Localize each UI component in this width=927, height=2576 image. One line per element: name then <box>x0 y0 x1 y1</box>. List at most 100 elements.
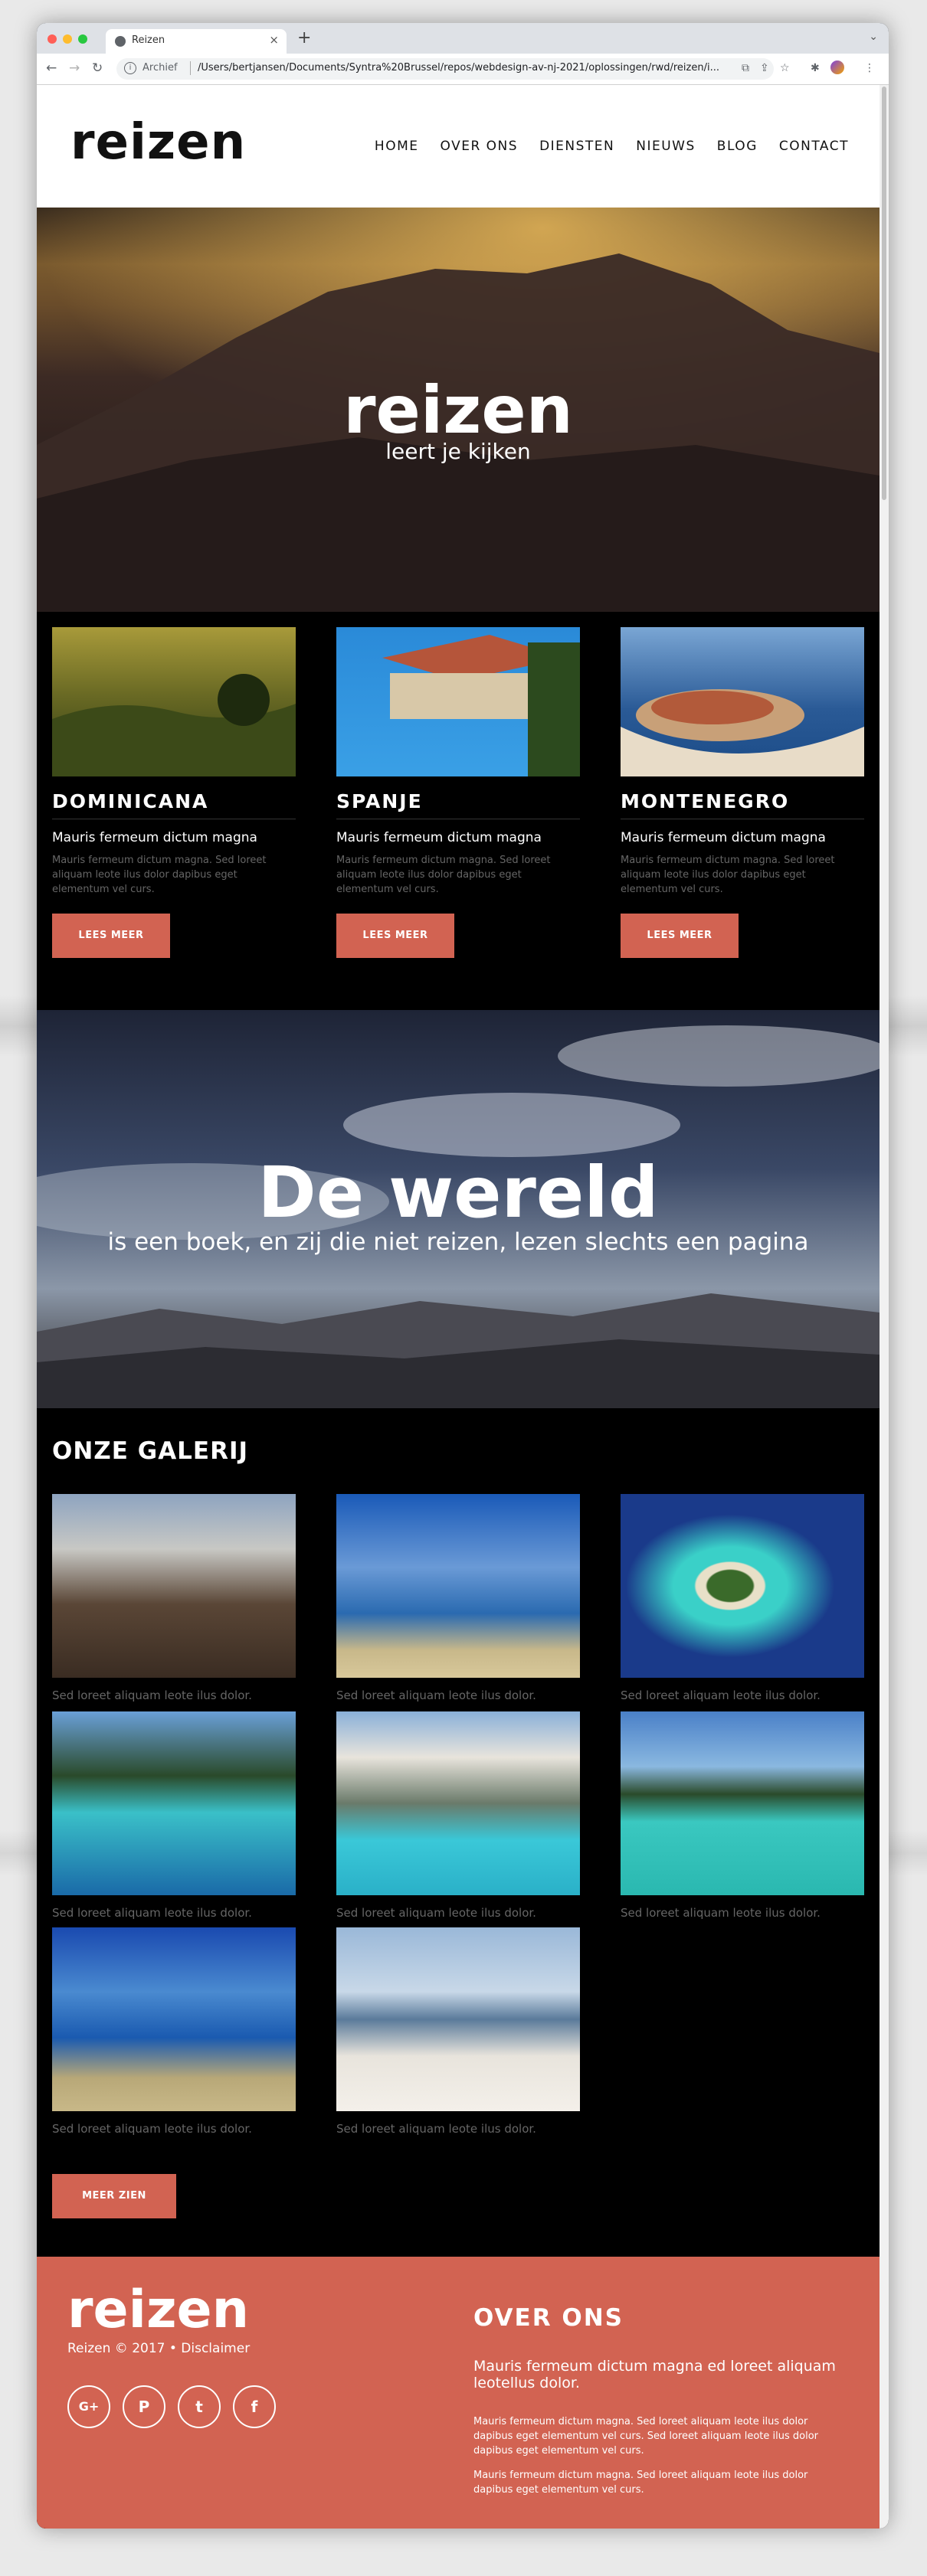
hero-title: reizen <box>343 372 573 449</box>
destination-subtitle: Mauris fermeum dictum magna <box>336 830 542 845</box>
close-tab-icon[interactable]: × <box>269 33 279 47</box>
destination-card: MONTENEGRO Mauris fermeum dictum magna M… <box>621 627 864 958</box>
back-icon[interactable]: ← <box>46 60 57 76</box>
share-icon[interactable]: ⇪ <box>760 62 769 74</box>
destination-card: DOMINICANA Mauris fermeum dictum magna M… <box>52 627 296 958</box>
footer-about-text: Mauris fermeum dictum magna. Sed loreet … <box>473 2416 819 2457</box>
destination-text: Mauris fermeum dictum magna. Sed loreet … <box>336 855 551 895</box>
forward-icon[interactable]: → <box>69 60 80 76</box>
footer-copyright: Reizen © 2017 • Disclaimer <box>67 2341 251 2356</box>
island-town-photo <box>621 689 864 776</box>
destination-image-montenegro <box>621 627 864 776</box>
gallery-image-hotel-pool <box>336 1711 580 1895</box>
address-bar[interactable]: i Archief /Users/bertjansen/Documents/Sy… <box>116 58 774 80</box>
pinterest-icon[interactable]: P <box>123 2385 165 2428</box>
page-scrollbar[interactable] <box>880 85 889 2529</box>
globe-icon <box>115 36 126 47</box>
destination-image-dominicana <box>52 627 296 776</box>
gallery-title: ONZE GALERIJ <box>52 1437 249 1465</box>
meer-zien-button[interactable]: MEER ZIEN <box>52 2174 176 2218</box>
gallery-caption: Sed loreet aliquam leote ilus dolor. <box>336 2122 536 2136</box>
gallery-image-ocean-waves <box>52 1927 296 2111</box>
nav-item-over-ons[interactable]: OVER ONS <box>441 139 519 154</box>
nav-item-blog[interactable]: BLOG <box>717 139 758 154</box>
minimize-window-button[interactable] <box>63 34 72 44</box>
gallery-image-parliament <box>52 1494 296 1678</box>
destination-image-spanje <box>336 627 580 776</box>
destination-name: MONTENEGRO <box>621 790 864 819</box>
gallery-item[interactable]: Sed loreet aliquam leote ilus dolor. <box>52 1927 296 2136</box>
facebook-icon[interactable]: f <box>233 2385 276 2428</box>
destination-text: Mauris fermeum dictum magna. Sed loreet … <box>621 855 835 895</box>
destination-subtitle: Mauris fermeum dictum magna <box>621 830 826 845</box>
gallery-image-overwater-huts <box>621 1711 864 1895</box>
gallery-item[interactable]: Sed loreet aliquam leote ilus dolor. <box>336 1494 580 1702</box>
footer-about-text: Mauris fermeum dictum magna. Sed loreet … <box>473 2470 808 2496</box>
gallery-caption: Sed loreet aliquam leote ilus dolor. <box>52 1906 252 1920</box>
bookmark-star-icon[interactable]: ☆ <box>780 62 790 74</box>
gallery-section: ONZE GALERIJ Sed loreet aliquam leote il… <box>37 1408 880 2257</box>
destination-name: SPANJE <box>336 790 580 819</box>
reload-icon[interactable]: ↻ <box>92 60 103 76</box>
tab-title: Reizen <box>132 34 165 46</box>
gallery-image-lagoon <box>52 1711 296 1895</box>
gallery-caption: Sed loreet aliquam leote ilus dolor. <box>336 1906 536 1920</box>
nav-item-home[interactable]: HOME <box>375 139 419 154</box>
translate-icon[interactable]: ⧉ <box>742 62 749 74</box>
destination-name: DOMINICANA <box>52 790 296 819</box>
url-text[interactable]: /Users/bertjansen/Documents/Syntra%20Bru… <box>198 62 765 74</box>
twitter-icon[interactable]: t <box>178 2385 221 2428</box>
profile-avatar[interactable] <box>830 60 844 74</box>
destination-card: SPANJE Mauris fermeum dictum magna Mauri… <box>336 627 580 958</box>
site-footer: reizen Reizen © 2017 • Disclaimer G+ P t… <box>37 2257 880 2529</box>
gallery-item[interactable]: Sed loreet aliquam leote ilus dolor. <box>621 1494 864 1702</box>
site-logo[interactable]: reizen <box>70 114 246 171</box>
hills-photo <box>52 674 296 776</box>
gallery-item[interactable]: Sed loreet aliquam leote ilus dolor. <box>52 1711 296 1920</box>
footer-about-title: OVER ONS <box>473 2304 624 2332</box>
tab-strip: Reizen × + ⌄ <box>37 23 889 54</box>
gallery-item[interactable]: Sed loreet aliquam leote ilus dolor. <box>621 1711 864 1920</box>
lees-meer-button[interactable]: LEES MEER <box>52 914 170 958</box>
nav-item-contact[interactable]: CONTACT <box>779 139 849 154</box>
gallery-image-beach-umbrella <box>336 1927 580 2111</box>
gallery-item[interactable]: Sed loreet aliquam leote ilus dolor. <box>336 1711 580 1920</box>
destination-text: Mauris fermeum dictum magna. Sed loreet … <box>52 855 267 895</box>
gallery-image-atoll <box>621 1494 864 1678</box>
browser-tab[interactable]: Reizen × <box>106 29 287 54</box>
gallery-item[interactable]: Sed loreet aliquam leote ilus dolor. <box>336 1927 580 2136</box>
extensions-icon[interactable]: ✱ <box>811 62 820 74</box>
quote-banner: De wereld is een boek, en zij die niet r… <box>37 1010 880 1408</box>
maximize-window-button[interactable] <box>78 34 87 44</box>
tab-search-icon[interactable]: ⌄ <box>869 31 878 43</box>
footer-about-lead: Mauris fermeum dictum magna ed loreet al… <box>473 2358 836 2391</box>
gallery-caption: Sed loreet aliquam leote ilus dolor. <box>621 1906 821 1920</box>
gallery-image-beach-waves <box>336 1494 580 1678</box>
quote-title: De wereld <box>257 1152 659 1234</box>
gallery-caption: Sed loreet aliquam leote ilus dolor. <box>336 1688 536 1702</box>
gallery-item[interactable]: Sed loreet aliquam leote ilus dolor. <box>52 1494 296 1702</box>
gallery-caption: Sed loreet aliquam leote ilus dolor. <box>52 1688 252 1702</box>
info-icon[interactable]: i <box>124 62 136 74</box>
nav-item-nieuws[interactable]: NIEUWS <box>636 139 696 154</box>
lees-meer-button[interactable]: LEES MEER <box>621 914 739 958</box>
quote-text: is een boek, en zij die niet reizen, lez… <box>107 1228 809 1256</box>
footer-logo[interactable]: reizen <box>67 2280 249 2340</box>
destination-subtitle: Mauris fermeum dictum magna <box>52 830 257 845</box>
hero-subtitle: leert je kijken <box>385 439 531 464</box>
close-window-button[interactable] <box>47 34 57 44</box>
villa-pool-photo <box>382 635 580 776</box>
google-plus-icon[interactable]: G+ <box>67 2385 110 2428</box>
page-viewport: reizen HOME OVER ONS DIENSTEN NIEUWS BLO… <box>37 85 880 2529</box>
menu-kebab-icon[interactable]: ⋮ <box>864 62 875 74</box>
gallery-caption: Sed loreet aliquam leote ilus dolor. <box>621 1688 821 1702</box>
main-nav: HOME OVER ONS DIENSTEN NIEUWS BLOG CONTA… <box>375 139 849 154</box>
new-tab-icon[interactable]: + <box>297 28 311 47</box>
nav-item-diensten[interactable]: DIENSTEN <box>539 139 614 154</box>
lees-meer-button[interactable]: LEES MEER <box>336 914 454 958</box>
hero-banner: reizen leert je kijken <box>37 208 880 612</box>
browser-window: Reizen × + ⌄ ← → ↻ i Archief /Users/bert… <box>37 23 889 2529</box>
browser-toolbar: ← → ↻ i Archief /Users/bertjansen/Docume… <box>37 54 889 85</box>
scrollbar-thumb[interactable] <box>882 87 886 500</box>
gallery-caption: Sed loreet aliquam leote ilus dolor. <box>52 2122 252 2136</box>
